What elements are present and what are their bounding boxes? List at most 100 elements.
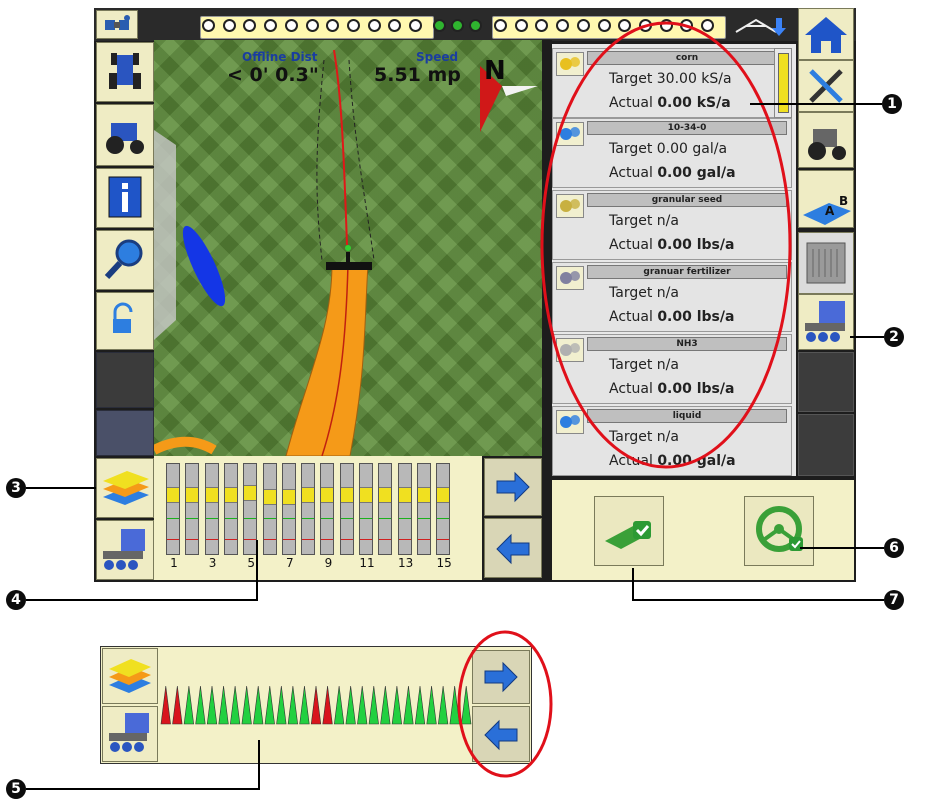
planter-implement-icon [109, 713, 149, 752]
row-section-on [218, 685, 229, 725]
layers-button[interactable] [96, 458, 154, 518]
section-column[interactable] [223, 463, 238, 555]
highlight-ellipse-products [540, 21, 792, 469]
info-button[interactable] [96, 168, 154, 228]
empty-left-slot-1 [96, 352, 154, 408]
section-target-line [321, 518, 334, 519]
section-column[interactable] [281, 463, 296, 555]
section-min-line [205, 539, 218, 540]
section-min-line [302, 539, 315, 540]
row-section-indicators [160, 685, 472, 725]
section-column[interactable] [378, 463, 393, 555]
section-level [205, 487, 218, 503]
section-target-line [417, 518, 430, 519]
section-number-label: 11 [359, 556, 375, 570]
lock-button[interactable] [96, 292, 154, 350]
led-off [305, 19, 319, 32]
row-section-on [426, 685, 437, 725]
auto-section-button[interactable] [594, 496, 664, 566]
section-column[interactable] [359, 463, 373, 555]
led-off [514, 19, 528, 32]
section-column[interactable] [301, 463, 316, 555]
strip-layers-button[interactable] [102, 648, 158, 704]
callout-line-7a [632, 568, 634, 600]
section-number-label: 9 [324, 556, 333, 570]
offline-dist-label: Offline Dist [242, 50, 318, 64]
section-min-line [340, 539, 353, 540]
led-on [469, 19, 482, 32]
led-off [202, 19, 215, 32]
row-section-on [264, 685, 275, 725]
section-column[interactable] [416, 463, 431, 555]
led-off [367, 19, 381, 32]
vehicle-button[interactable] [96, 104, 154, 166]
section-column[interactable] [339, 463, 354, 555]
callout-2: 2 [884, 327, 904, 347]
callout-line-6 [800, 547, 884, 549]
callout-line-2 [850, 336, 884, 338]
planter-implement-icon [103, 529, 145, 570]
section-min-line [417, 539, 430, 540]
led-off [284, 19, 298, 32]
callout-7: 7 [884, 590, 904, 610]
section-column[interactable] [436, 463, 451, 555]
layers-icon [103, 471, 149, 505]
section-min-line [379, 539, 392, 540]
steering-wheel-icon [756, 506, 803, 552]
section-level [263, 489, 276, 505]
speed-value: 5.51 mp [374, 64, 461, 86]
callout-line-4b [256, 540, 258, 600]
section-target-line [167, 518, 179, 519]
led-off [264, 19, 278, 32]
led-on [451, 19, 464, 32]
row-section-on [368, 685, 379, 725]
row-section-on [195, 685, 206, 725]
row-section-on [253, 685, 264, 725]
section-column[interactable] [185, 463, 200, 555]
satellite-icon [105, 15, 130, 30]
zoom-button[interactable] [96, 230, 154, 290]
strip-implement-button[interactable] [102, 706, 158, 762]
north-label: N [484, 56, 506, 86]
map-graphics [154, 49, 538, 456]
section-target-line [263, 518, 276, 519]
led-off [222, 19, 236, 32]
shift-left-button[interactable] [484, 518, 542, 578]
section-level [437, 487, 450, 503]
highlight-ellipse-arrows [457, 630, 553, 778]
tractor-top-view-icon [109, 53, 141, 89]
section-level [302, 487, 315, 503]
section-column[interactable] [166, 463, 180, 555]
section-target-line [398, 518, 411, 519]
implement-button[interactable] [96, 520, 154, 580]
section-target-line [205, 518, 218, 519]
led-on [433, 19, 446, 32]
row-section-off [310, 685, 322, 725]
field-map-view[interactable]: Offline Dist < 0' 0.3" Speed 5.51 mp N [154, 40, 542, 456]
callout-1: 1 [882, 94, 902, 114]
section-column[interactable] [397, 463, 412, 555]
section-column[interactable] [320, 463, 335, 555]
section-column[interactable] [204, 463, 219, 555]
section-target-line [224, 518, 237, 519]
autosteer-button[interactable] [744, 496, 814, 566]
tractor-guidance-button[interactable] [96, 42, 154, 102]
row-section-off [172, 685, 183, 725]
section-level [282, 489, 295, 505]
callout-5: 5 [6, 779, 26, 799]
led-off [346, 19, 360, 32]
gps-satellite-button[interactable] [96, 10, 138, 39]
unlock-icon [113, 302, 133, 333]
section-level [379, 487, 392, 503]
section-control-icon [605, 521, 651, 549]
callout-6: 6 [884, 538, 904, 558]
row-section-on [206, 685, 218, 725]
row-section-off [160, 685, 171, 725]
callout-line-5a [258, 740, 260, 790]
callout-line-1 [750, 103, 882, 105]
section-level [186, 487, 199, 503]
section-min-line [167, 539, 179, 540]
section-target-line [244, 518, 257, 519]
section-column[interactable] [262, 463, 277, 555]
row-section-on [357, 685, 368, 725]
